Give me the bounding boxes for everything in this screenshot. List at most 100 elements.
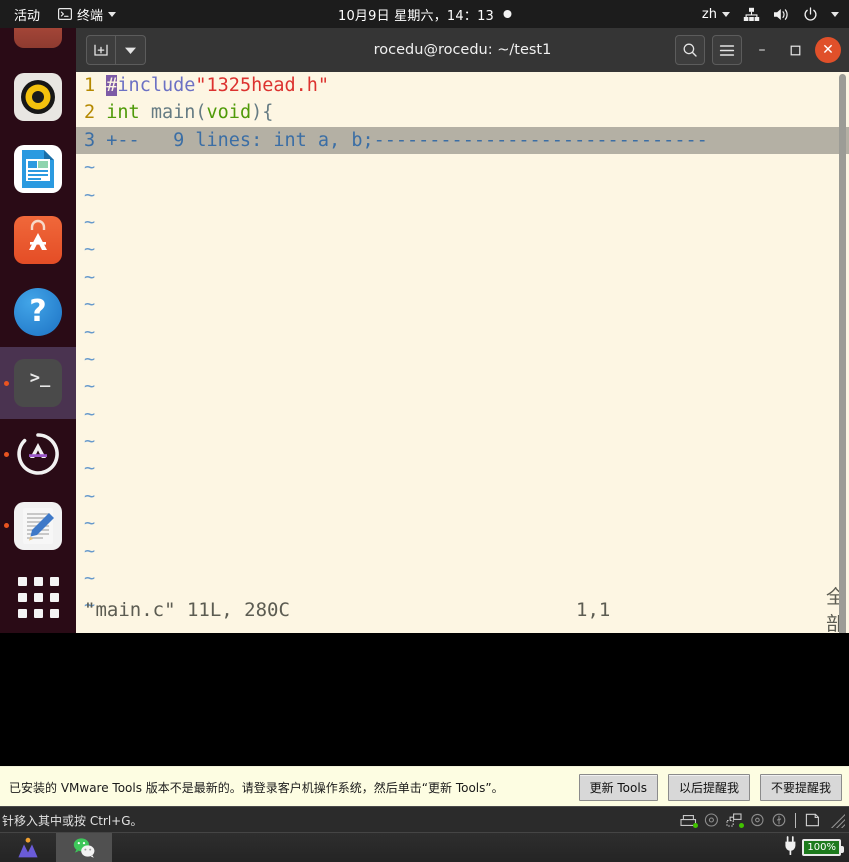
new-tab-button[interactable] <box>86 35 116 65</box>
terminal-window: rocedu@rocedu: ~/test1 – ✕ 1 #include"13… <box>76 28 849 633</box>
desktop-background <box>0 633 849 766</box>
secondary-disc-icon[interactable] <box>750 813 765 827</box>
terminal-icon: >_ <box>14 359 62 408</box>
vim-code-token: ){ <box>251 102 274 124</box>
device-connected-indicator <box>739 823 744 828</box>
text-editor-icon <box>14 501 62 550</box>
terminal-appmenu-icon <box>58 7 73 21</box>
vim-status-line: "main.c" 11L, 280C 1,1 全 部 <box>76 586 849 633</box>
vim-empty-line-marker: ~ <box>84 184 96 206</box>
vim-line-number: 2 <box>84 102 107 124</box>
volume-icon <box>773 7 790 22</box>
vim-code-token: void <box>206 102 252 124</box>
vim-empty-line-marker: ~ <box>84 348 96 370</box>
vim-empty-line-marker: ~ <box>84 294 96 316</box>
hamburger-menu-button[interactable] <box>712 35 742 65</box>
tab-dropdown-button[interactable] <box>116 35 146 65</box>
vim-code-token: "1325head.h" <box>195 75 330 96</box>
dock-item-ubuntu-software[interactable] <box>0 205 76 276</box>
keyboard-layout-label: zh <box>701 6 717 22</box>
taskbar-tray: 100% <box>783 836 844 859</box>
vim-empty-line-marker: ~ <box>84 458 96 480</box>
running-indicator <box>4 380 9 386</box>
software-updater-icon <box>14 430 62 478</box>
vmware-app-icon <box>18 837 38 857</box>
system-status-area[interactable]: zh <box>702 7 839 22</box>
resize-grip[interactable] <box>827 812 845 828</box>
clock-area[interactable]: 10月9日 星期六，14：13 <box>337 5 512 24</box>
show-applications-icon <box>14 573 62 621</box>
battery-indicator[interactable]: 100% <box>802 839 844 856</box>
vim-empty-line-marker: ~ <box>84 431 96 453</box>
notification-indicator-icon <box>503 10 512 18</box>
app-menu-button[interactable]: 终端 <box>52 5 122 24</box>
tab-controls <box>86 35 146 65</box>
vim-empty-line-marker: ~ <box>84 376 96 398</box>
scrollbar-thumb[interactable] <box>839 74 846 633</box>
vim-editor-area[interactable]: 1 #include"1325head.h" 2 int main(void){3… <box>76 72 849 633</box>
display-panel-icon[interactable] <box>805 813 820 827</box>
vim-line: 2 int main(void){ <box>76 99 849 126</box>
dock-item-software-updater[interactable] <box>0 419 76 490</box>
dock-item-terminal[interactable]: >_ <box>0 347 76 419</box>
dock-item-show-applications[interactable] <box>0 562 76 633</box>
vim-empty-line-marker: ~ <box>84 211 96 233</box>
search-button[interactable] <box>675 35 705 65</box>
update-tools-button[interactable]: 更新 Tools <box>578 773 658 801</box>
vim-empty-line-marker: ~ <box>84 157 96 179</box>
usb-icon[interactable] <box>772 813 786 827</box>
activities-button[interactable]: 活动 <box>0 5 52 24</box>
vmware-notice-message: 已安装的 VMware Tools 版本不是最新的。请登录客户机操作系统，然后单… <box>9 780 504 795</box>
vim-fold-text: +-- 9 lines: int a, b;------------------… <box>106 129 708 151</box>
dock-item-firefox[interactable] <box>0 15 76 62</box>
network-icon <box>743 7 760 22</box>
taskbar-item-wechat[interactable] <box>56 833 112 862</box>
maximize-button[interactable] <box>782 37 808 63</box>
device-connected-indicator <box>693 823 698 828</box>
system-menu-caret-icon <box>831 11 839 17</box>
dock-item-help[interactable]: ? <box>0 276 76 347</box>
vmware-status-bar: 针移入其中或按 Ctrl+G。 <box>0 806 849 833</box>
vim-line-number: 3 <box>84 129 107 151</box>
never-remind-button[interactable]: 不要提醒我 <box>759 773 842 801</box>
rhythmbox-icon <box>14 73 62 122</box>
app-menu-label: 终端 <box>77 8 104 24</box>
windows-taskbar: 100% <box>0 832 849 862</box>
vim-empty-line-marker: ~ <box>84 403 96 425</box>
dock-item-text-editor[interactable] <box>0 490 76 561</box>
vim-code-token: # <box>106 75 118 96</box>
chevron-down-icon <box>722 11 730 17</box>
minimize-button[interactable]: – <box>749 37 775 63</box>
close-button[interactable]: ✕ <box>815 37 841 63</box>
remind-later-button[interactable]: 以后提醒我 <box>667 773 750 801</box>
vim-line-number: 1 <box>84 75 107 96</box>
vmware-notice-buttons: 更新 Tools 以后提醒我 不要提醒我 <box>578 773 842 801</box>
wechat-app-icon <box>73 837 94 858</box>
terminal-titlebar[interactable]: rocedu@rocedu: ~/test1 – ✕ <box>76 28 849 72</box>
vim-empty-line-marker: ~ <box>84 540 96 562</box>
keyboard-layout-indicator[interactable]: zh <box>702 7 730 22</box>
vmware-tools-notification-bar: 已安装的 VMware Tools 版本不是最新的。请登录客户机操作系统，然后单… <box>0 766 849 807</box>
vim-code-token: int <box>106 102 140 124</box>
taskbar-item-vmware[interactable] <box>0 833 56 862</box>
vmware-status-hint: 针移入其中或按 Ctrl+G。 <box>2 813 143 828</box>
dock-item-rhythmbox[interactable] <box>0 62 76 133</box>
hard-disk-icon[interactable] <box>680 813 698 828</box>
power-icon <box>803 6 818 22</box>
libreoffice-impress-icon <box>14 144 62 193</box>
dock-item-libreoffice-impress[interactable] <box>0 133 76 204</box>
tray-divider <box>795 812 796 828</box>
network-adapter-icon[interactable] <box>726 813 744 828</box>
datetime-label: 10月9日 星期六，14：13 <box>337 8 495 24</box>
vim-empty-line-marker: ~ <box>84 239 96 261</box>
terminal-scrollbar[interactable] <box>838 72 847 633</box>
vim-line: 3 +-- 9 lines: int a, b;----------------… <box>76 126 849 155</box>
vim-cursor-position: 1,1 <box>576 599 611 622</box>
vim-empty-line-marker: ~ <box>84 485 96 507</box>
ubuntu-software-icon <box>14 216 62 265</box>
running-indicator <box>4 523 9 529</box>
ubuntu-dock: ? >_ <box>0 15 76 633</box>
power-plug-icon <box>783 836 798 859</box>
vim-empty-line-marker: ~ <box>84 321 96 343</box>
cd-drive-icon[interactable] <box>704 813 719 827</box>
